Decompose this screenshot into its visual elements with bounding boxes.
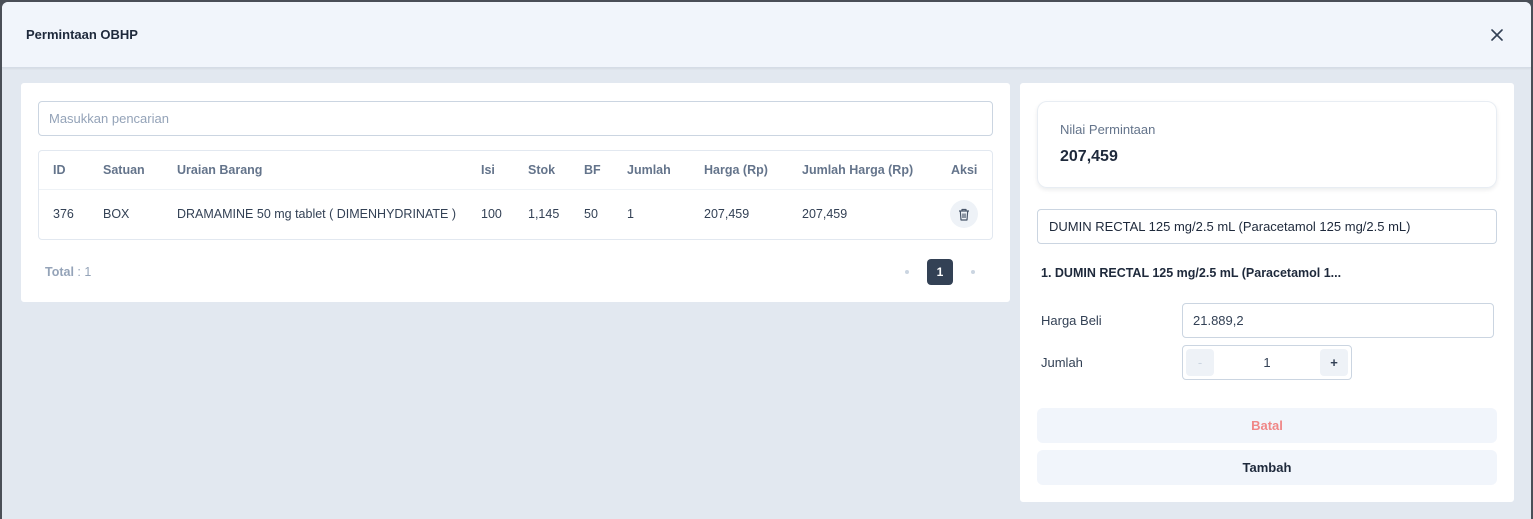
- col-bf: BF: [570, 151, 613, 190]
- harga-beli-input[interactable]: [1182, 303, 1494, 338]
- modal-title: Permintaan OBHP: [26, 27, 138, 42]
- request-value-box: Nilai Permintaan 207,459: [1037, 101, 1497, 188]
- cancel-button[interactable]: Batal: [1037, 408, 1497, 443]
- cell-id: 376: [53, 207, 74, 222]
- request-value: 207,459: [1060, 148, 1118, 165]
- page-button-current[interactable]: 1: [927, 259, 953, 285]
- table-header-row: ID Satuan Uraian Barang Isi Stok BF Juml…: [39, 151, 992, 190]
- col-uraian: Uraian Barang: [163, 151, 467, 190]
- quantity-value[interactable]: 1: [1214, 355, 1320, 370]
- pagination: 1: [895, 259, 985, 285]
- cell-satuan: BOX: [103, 207, 130, 222]
- col-jumlah: Jumlah: [613, 151, 690, 190]
- cell-harga: 207,459: [704, 207, 750, 222]
- modal-header: Permintaan OBHP: [2, 2, 1531, 68]
- table-row: 376 BOX DRAMAMINE 50 mg tablet ( DIMENHY…: [39, 189, 992, 239]
- chevron-left-icon[interactable]: [895, 260, 919, 284]
- chevron-right-icon[interactable]: [961, 260, 985, 284]
- cell-aksi: [937, 189, 992, 239]
- increment-button[interactable]: +: [1320, 349, 1348, 376]
- col-harga: Harga (Rp): [690, 151, 788, 190]
- cell-stok: 1,145: [528, 207, 560, 222]
- col-id: ID: [39, 151, 89, 190]
- request-form-card: Nilai Permintaan 207,459 DUMIN RECTAL 12…: [1019, 82, 1515, 503]
- harga-beli-label: Harga Beli: [1041, 313, 1102, 328]
- cell-jumlah: 1: [627, 207, 634, 222]
- col-stok: Stok: [514, 151, 570, 190]
- col-satuan: Satuan: [89, 151, 163, 190]
- request-value-label: Nilai Permintaan: [1060, 122, 1156, 137]
- add-button[interactable]: Tambah: [1037, 450, 1497, 485]
- cell-jumlah-harga: 207,459: [802, 207, 848, 222]
- item-select[interactable]: DUMIN RECTAL 125 mg/2.5 mL (Paracetamol …: [1037, 209, 1497, 244]
- obhp-request-modal: Permintaan OBHP ID Satuan Uraian Barang …: [2, 2, 1531, 519]
- col-isi: Isi: [467, 151, 514, 190]
- trash-icon[interactable]: [950, 200, 978, 229]
- cell-isi: 100: [481, 207, 502, 222]
- items-table: ID Satuan Uraian Barang Isi Stok BF Juml…: [38, 150, 993, 240]
- jumlah-label: Jumlah: [1041, 355, 1083, 370]
- cell-bf: 50: [584, 207, 598, 222]
- quantity-stepper: - 1 +: [1182, 345, 1352, 380]
- selected-item-title: 1. DUMIN RECTAL 125 mg/2.5 mL (Paracetam…: [1041, 266, 1342, 280]
- item-list-card: ID Satuan Uraian Barang Isi Stok BF Juml…: [20, 82, 1011, 303]
- total-count: Total : 1: [45, 265, 91, 279]
- col-aksi: Aksi: [937, 151, 992, 190]
- cell-uraian: DRAMAMINE 50 mg tablet ( DIMENHYDRINATE …: [177, 207, 456, 222]
- decrement-button[interactable]: -: [1186, 349, 1214, 376]
- total-label: Total: [45, 265, 74, 279]
- total-value: : 1: [77, 265, 92, 279]
- close-icon[interactable]: [1487, 25, 1507, 45]
- col-jumlah-harga: Jumlah Harga (Rp): [788, 151, 937, 190]
- search-input[interactable]: [38, 101, 993, 136]
